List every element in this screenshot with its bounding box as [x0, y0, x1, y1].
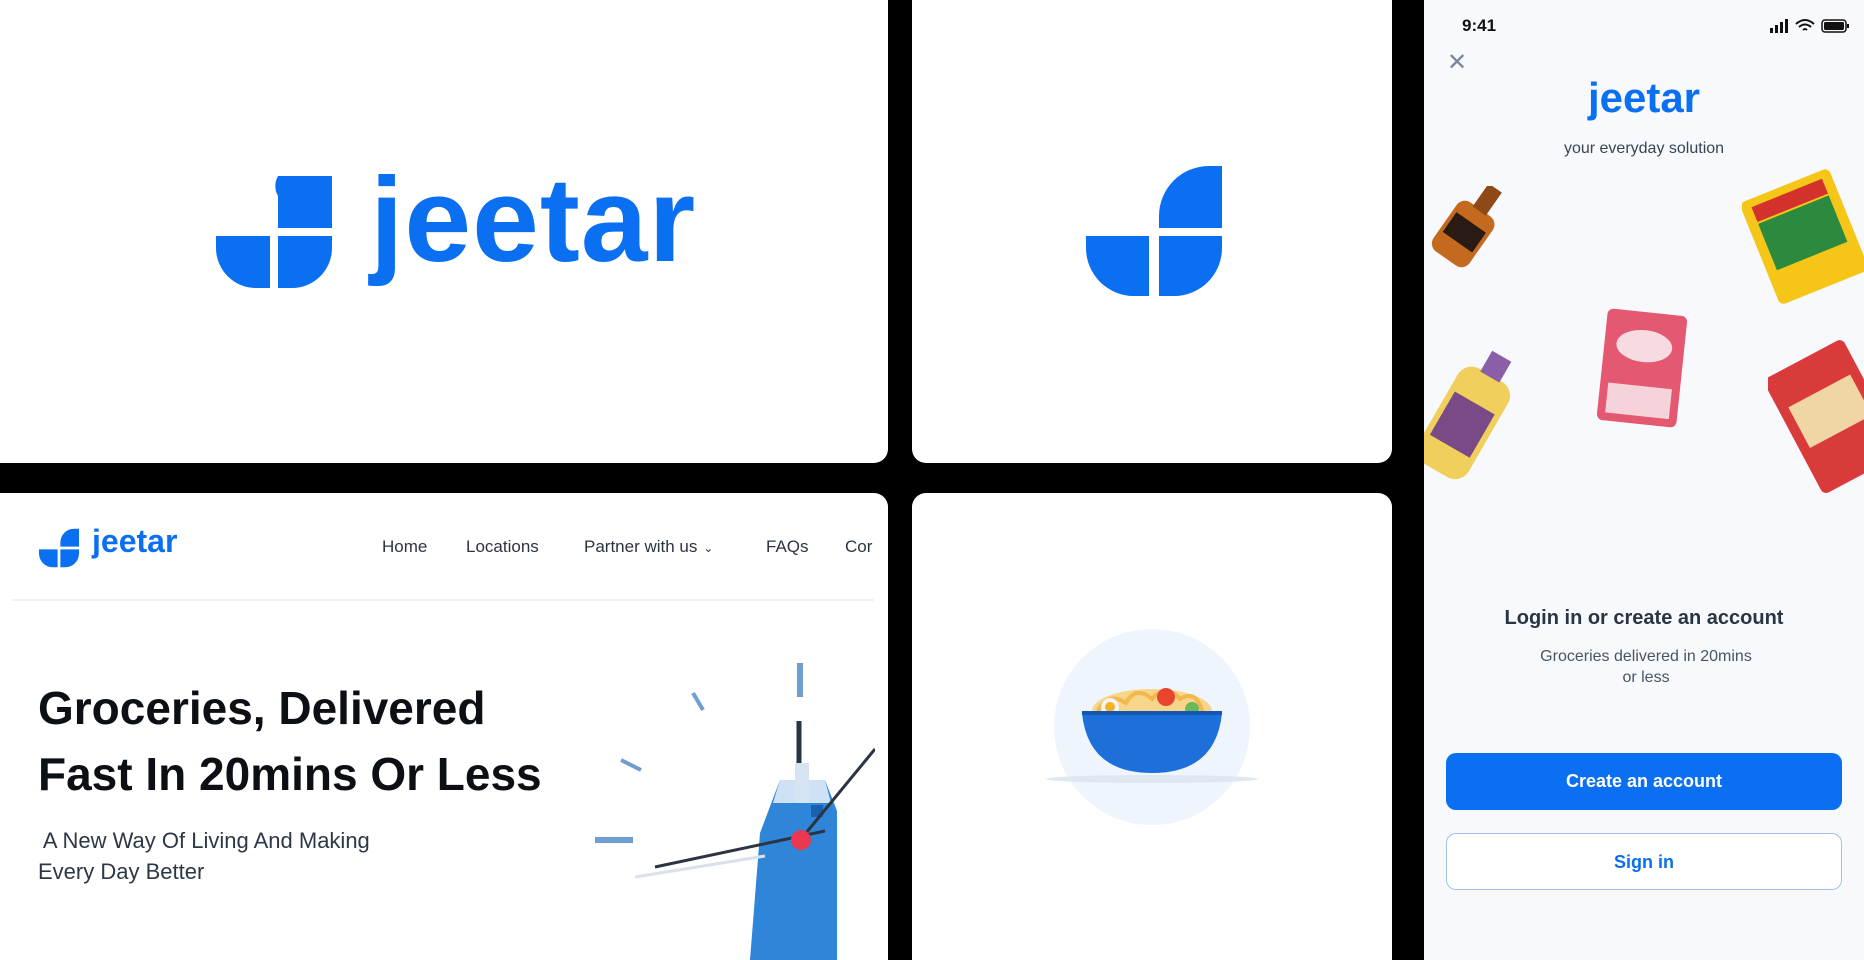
- design-showcase: jeetar jeetar Home Locations Partner wit…: [0, 0, 1864, 960]
- yoghurt-pack-image: [1596, 308, 1688, 428]
- battery-icon: [1821, 19, 1849, 33]
- login-subtitle-line2: or less: [1622, 669, 1670, 686]
- hero-title-line1: Groceries, Delivered: [38, 682, 486, 734]
- nav-faqs[interactable]: FAQs: [766, 537, 809, 557]
- cooking-oil-bottle-image: [1424, 350, 1512, 480]
- hero-subtitle-line1: A New Way Of Living And Making: [38, 828, 370, 853]
- nav-locations[interactable]: Locations: [466, 537, 539, 557]
- site-logo-icon[interactable]: [39, 528, 79, 568]
- login-title: Login in or create an account: [1504, 607, 1784, 629]
- nav-partner-with-us[interactable]: Partner with us ⌄: [584, 537, 713, 557]
- milk-carton-clock-illustration: [595, 663, 875, 960]
- nav-contact[interactable]: Cor: [845, 537, 872, 557]
- jeetar-mark-icon: [1086, 166, 1222, 296]
- status-bar-icons: [1770, 19, 1849, 33]
- hero-subtitle: A New Way Of Living And Making Every Day…: [38, 825, 458, 887]
- phone-brand-wordmark: jeetar: [1587, 74, 1701, 121]
- jeetar-logo-icon: [216, 176, 332, 288]
- noodles-pack-image: [1742, 169, 1864, 304]
- login-subtitle-line1: Groceries delivered in 20mins: [1540, 648, 1752, 665]
- create-account-button[interactable]: Create an account: [1446, 753, 1842, 810]
- site-header: jeetar Home Locations Partner with us ⌄ F…: [12, 493, 874, 601]
- nav-partner-label: Partner with us: [584, 537, 698, 556]
- hero-subtitle-line2: Every Day Better: [38, 859, 205, 884]
- pasta-bowl-illustration: [1046, 629, 1258, 825]
- chevron-down-icon: ⌄: [703, 541, 714, 555]
- wifi-icon: [1795, 19, 1815, 31]
- logo-panel: jeetar: [0, 0, 888, 463]
- hero-title: Groceries, Delivered Fast In 20mins Or L…: [38, 675, 598, 807]
- brand-wordmark: jeetar: [370, 153, 697, 287]
- sign-in-button[interactable]: Sign in: [1446, 833, 1842, 890]
- close-icon[interactable]: ✕: [1444, 50, 1470, 76]
- macaroni-pack-image: [1768, 340, 1864, 493]
- liquor-bottle-image: [1431, 186, 1502, 268]
- signal-icon: [1770, 19, 1788, 33]
- illustration-panel: [912, 493, 1392, 960]
- nav-home[interactable]: Home: [382, 537, 427, 557]
- site-wordmark[interactable]: jeetar: [92, 523, 177, 560]
- website-panel: jeetar Home Locations Partner with us ⌄ F…: [0, 493, 888, 960]
- status-time: 9:41: [1462, 16, 1497, 35]
- phone-tagline: your everyday solution: [1563, 140, 1725, 157]
- login-subtitle: Groceries delivered in 20mins or less: [1524, 646, 1768, 688]
- phone-screen: 9:41 ✕ jeetar your everyday solution Log…: [1424, 0, 1864, 960]
- hero-title-line2: Fast In 20mins Or Less: [38, 748, 542, 800]
